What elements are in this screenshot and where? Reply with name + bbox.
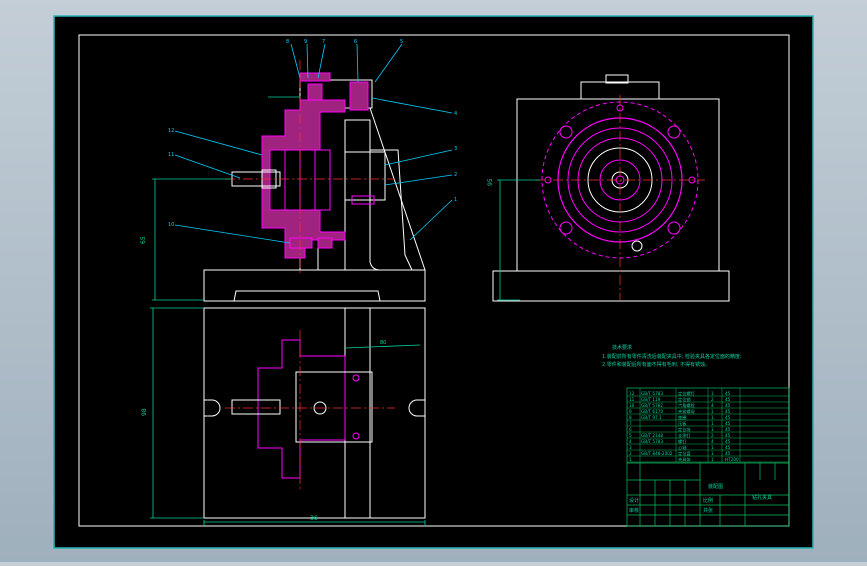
bolt-bottom <box>289 237 313 249</box>
bom-cell: 垫圈 <box>678 414 686 421</box>
bom-cell: 45 <box>725 391 731 396</box>
callout-11: 11 <box>168 152 174 158</box>
drawing-sheet <box>53 15 814 549</box>
pin-top <box>349 81 369 111</box>
bom-cell: 2 <box>711 397 714 402</box>
bom-cell: 4 <box>711 439 714 444</box>
callout-3: 3 <box>454 146 457 152</box>
bom-cell: 夹紧螺母 <box>678 408 695 415</box>
callout-8: 8 <box>286 39 289 45</box>
cad-viewport[interactable]: 65 8 9 7 6 5 4 3 2 1 12 11 10 95 98 36 8… <box>0 0 867 562</box>
callout-12: 12 <box>168 128 174 134</box>
title-drawing-no: 钻孔夹具 <box>752 494 772 501</box>
bom-cell: 8 <box>629 415 632 420</box>
bom-cell: 6 <box>629 427 632 432</box>
bom-cell: 1 <box>629 457 632 462</box>
bom-cell: 1 <box>711 451 714 456</box>
bom-cell: 2 <box>629 451 632 456</box>
notes-line-2: 2.零件和装配后所有面不得有毛刺, 不得有锈蚀。 <box>602 361 710 368</box>
bom-cell: 5 <box>629 433 632 438</box>
bom-cell: 45 <box>725 421 731 426</box>
callout-7: 7 <box>322 39 325 45</box>
bom-cell: GB/T 5782 <box>641 403 663 408</box>
callout-6: 6 <box>354 39 357 45</box>
title-label-sheet: 共张 <box>703 507 713 514</box>
bom-cell: GB/T 848-2002 <box>641 451 673 456</box>
title-name: 装配图 <box>708 483 723 490</box>
bom-cell: GB/T 6170 <box>641 409 663 414</box>
dim-height-left: 65 <box>140 236 147 244</box>
bom-cell: 1 <box>711 457 714 462</box>
bom-cell: 1 <box>711 421 714 426</box>
bom-cell: 9 <box>629 409 632 414</box>
dim-flange: 80 <box>380 340 386 346</box>
bom-cell: 12 <box>629 391 635 396</box>
bom-cell: 3 <box>629 445 632 450</box>
bom-cell: 45 <box>725 409 731 414</box>
bom-cell: 压板 <box>678 420 687 427</box>
bom-cell: GB/T 5783 <box>641 391 663 396</box>
bom-cell: 45 <box>725 427 731 432</box>
bom-cell: GB/T 5783 <box>641 439 663 444</box>
bom-cell: 定位块 <box>678 426 691 433</box>
bom-cell: 11 <box>629 397 635 402</box>
bom-cell: 螺钉 <box>678 438 687 445</box>
bom-cell: 定位螺钉 <box>678 390 696 397</box>
bom-cell: 1 <box>711 427 714 432</box>
nut <box>299 72 331 82</box>
bom-cell: 定位销 <box>678 396 691 403</box>
title-label-scale: 比例 <box>703 497 713 504</box>
bom-cell: 4 <box>629 439 632 444</box>
bom-cell: 7 <box>629 421 632 426</box>
callout-1: 1 <box>454 197 457 203</box>
callout-2: 2 <box>454 172 457 178</box>
bom-cell: 45 <box>725 415 731 420</box>
bom-cell: 1 <box>711 391 714 396</box>
bom-cell: 1 <box>711 415 714 420</box>
bom-cell: 45 <box>725 397 731 402</box>
title-label-check: 审核 <box>629 507 639 514</box>
callout-10: 10 <box>168 222 174 228</box>
bom-cell: 45 <box>725 445 731 450</box>
bom-cell: 45 <box>725 403 731 408</box>
bom-cell: 支承钉 <box>678 432 691 439</box>
bom-cell: 六角螺栓 <box>678 402 696 409</box>
callout-5: 5 <box>400 39 403 45</box>
title-label-design: 设计 <box>629 497 639 504</box>
callout-9: 9 <box>304 39 307 45</box>
callout-4: 4 <box>454 111 457 117</box>
notes-heading: 技术要求 <box>612 344 632 351</box>
bom-cell: 45 <box>725 433 731 438</box>
bom-cell: 1 <box>711 409 714 414</box>
bom-cell: 4 <box>711 403 714 408</box>
bom-cell: 夹具体 <box>678 456 691 463</box>
dim-height-right: 95 <box>487 178 494 186</box>
bom-cell: GB/T 119 <box>641 397 661 402</box>
bom-cell: GB/T 2148 <box>641 433 663 438</box>
bolt-bottom-2 <box>317 237 333 249</box>
dim-height-bottom: 98 <box>141 408 148 416</box>
bom-cell: 2 <box>711 433 714 438</box>
bom-cell: 45 <box>725 439 731 444</box>
bom-cell: 定位盘 <box>678 450 691 457</box>
bom-cell: 45 <box>725 451 731 456</box>
bom-cell: 1 <box>711 445 714 450</box>
notes-line-1: 1.装配前所有零件清洗后装配夹具中, 检验夹具各定位面的精度; <box>602 353 742 360</box>
bom-cell: 心轴 <box>678 444 686 451</box>
bom-cell: HT200 <box>725 457 739 462</box>
dim-width-bottom: 36 <box>310 515 318 522</box>
cad-drawing: 65 8 9 7 6 5 4 3 2 1 12 11 10 95 98 36 8… <box>53 15 814 549</box>
bom-cell: 10 <box>629 403 635 408</box>
bom-cell: GB/T 97.1 <box>641 415 662 420</box>
